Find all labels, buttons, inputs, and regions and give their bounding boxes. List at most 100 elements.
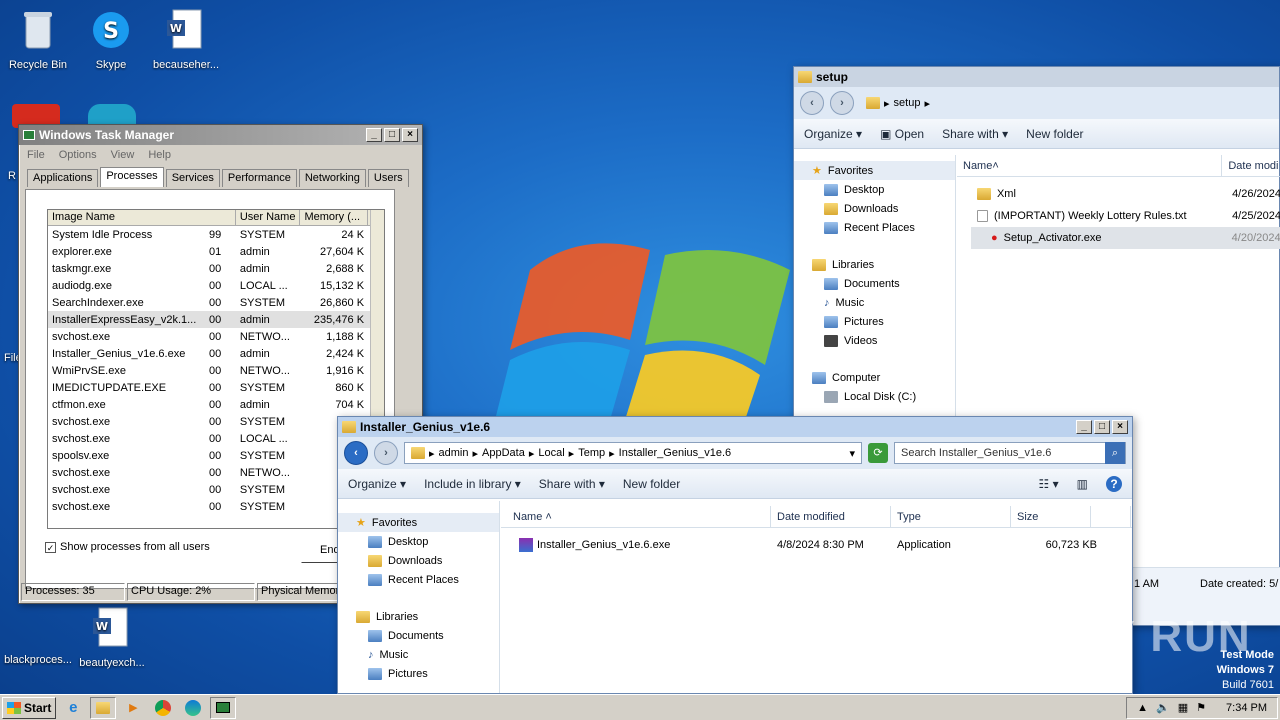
- menu-file[interactable]: File: [27, 149, 45, 161]
- nav-downloads[interactable]: Downloads: [338, 551, 499, 570]
- forward-button[interactable]: ›: [830, 91, 854, 115]
- share-with-button[interactable]: Share with ▾: [539, 477, 605, 491]
- nav-favorites[interactable]: ★ Favorites: [794, 161, 955, 180]
- column-name[interactable]: Name ˄: [957, 155, 1223, 176]
- process-row[interactable]: IMEDICTUPDATE.EXE00SYSTEM860 KM: [48, 379, 384, 396]
- start-button[interactable]: Start: [2, 696, 57, 719]
- column-date-modified[interactable]: Date modified: [771, 506, 891, 527]
- column-date[interactable]: Date modi: [1222, 155, 1280, 176]
- process-row[interactable]: svchost.exe00NETWO...1,188 KH: [48, 328, 384, 345]
- minimize-button[interactable]: _: [1076, 420, 1092, 434]
- file-row[interactable]: Xml 4/26/2024: [957, 183, 1280, 205]
- process-row[interactable]: Installer_Genius_v1e.6.exe 00 admin 2,424 K…: [48, 345, 384, 362]
- breadcrumb-appdata[interactable]: AppData: [482, 447, 525, 459]
- task-manager-taskbar-icon[interactable]: [210, 696, 237, 719]
- nav-recent-places[interactable]: Recent Places: [338, 570, 499, 589]
- share-with-button[interactable]: Share with ▾: [942, 127, 1008, 141]
- nav-videos[interactable]: Videos: [794, 331, 955, 350]
- nav-documents[interactable]: Documents: [338, 626, 499, 645]
- media-player-icon[interactable]: ▶: [120, 697, 146, 719]
- nav-music[interactable]: ♪ Music: [338, 645, 499, 664]
- breadcrumb-local[interactable]: Local: [538, 447, 564, 459]
- network-icon[interactable]: ▦: [1178, 701, 1188, 714]
- column-extra[interactable]: [1091, 506, 1131, 527]
- column-name[interactable]: Name ˄: [501, 506, 771, 527]
- column-image-name[interactable]: Image Name: [48, 210, 236, 225]
- desktop-icon-recycle-bin[interactable]: Recycle Bin: [0, 8, 76, 71]
- nav-local-disk[interactable]: Local Disk (C:): [794, 387, 955, 406]
- nav-pictures[interactable]: Pictures: [338, 664, 499, 683]
- breadcrumb-temp[interactable]: Temp: [578, 447, 605, 459]
- file-explorer-icon[interactable]: [90, 696, 117, 719]
- chrome-icon[interactable]: [150, 697, 176, 719]
- process-row[interactable]: WmiPrvSE.exe00NETWO...1,916 KW: [48, 362, 384, 379]
- checkbox[interactable]: ✓: [45, 541, 56, 553]
- volume-icon[interactable]: 🔈: [1156, 701, 1170, 714]
- nav-libraries[interactable]: Libraries: [338, 607, 499, 626]
- desktop-icon-word-doc-2[interactable]: W beautyexch...: [74, 606, 150, 669]
- process-row[interactable]: svchost.exe00SYSTEM8,: [48, 498, 384, 515]
- tab-applications[interactable]: Applications: [27, 169, 99, 187]
- show-all-processes[interactable]: ✓ Show processes from all users: [45, 541, 210, 553]
- refresh-button[interactable]: ⟳: [868, 443, 888, 463]
- search-input[interactable]: Search Installer_Genius_v1e.6 ⌕: [894, 442, 1126, 464]
- file-row-selected[interactable]: ● Setup_Activator.exe 4/20/2024: [971, 227, 1280, 249]
- installer-titlebar[interactable]: Installer_Genius_v1e.6 _ □ ×: [338, 417, 1132, 437]
- process-row[interactable]: taskmgr.exe00admin2,688 KW: [48, 260, 384, 277]
- address-bar[interactable]: ▸ setup ▸: [860, 92, 1273, 114]
- desktop-icon-skype[interactable]: S Skype: [73, 8, 149, 71]
- organize-button[interactable]: Organize ▾: [348, 477, 406, 491]
- nav-desktop[interactable]: Desktop: [338, 532, 499, 551]
- action-center-flag-icon[interactable]: ⚑: [1196, 701, 1206, 714]
- setup-titlebar[interactable]: setup: [794, 67, 1279, 87]
- tab-services[interactable]: Services: [165, 169, 220, 187]
- process-row[interactable]: System Idle Process99SYSTEM24 KPe: [48, 226, 384, 243]
- process-row[interactable]: svchost.exe00LOCAL ...4,: [48, 430, 384, 447]
- nav-libraries[interactable]: Libraries: [794, 255, 955, 274]
- open-button[interactable]: ▣ Open: [880, 127, 924, 141]
- breadcrumb-current[interactable]: Installer_Genius_v1e.6: [619, 447, 732, 459]
- tab-users[interactable]: Users: [367, 169, 409, 187]
- search-icon[interactable]: ⌕: [1105, 442, 1125, 464]
- file-row[interactable]: (IMPORTANT) Weekly Lottery Rules.txt 4/2…: [957, 205, 1280, 227]
- installer-explorer-window[interactable]: Installer_Genius_v1e.6 _ □ × ‹ › ▸ admin…: [337, 416, 1133, 694]
- column-memory[interactable]: Memory (...: [300, 210, 369, 225]
- internet-explorer-icon[interactable]: e: [60, 697, 86, 719]
- maximize-button[interactable]: □: [384, 128, 400, 142]
- process-row[interactable]: explorer.exe01admin27,604 KW: [48, 243, 384, 260]
- help-icon[interactable]: ?: [1106, 475, 1122, 492]
- menu-options[interactable]: Options: [59, 149, 97, 161]
- process-row[interactable]: audiodg.exe00LOCAL ...15,132 KW: [48, 277, 384, 294]
- edge-icon[interactable]: [180, 697, 206, 719]
- address-segment[interactable]: setup: [894, 97, 921, 109]
- nav-downloads[interactable]: Downloads: [794, 199, 955, 218]
- organize-button[interactable]: Organize ▾: [804, 127, 862, 141]
- task-manager-titlebar[interactable]: Windows Task Manager _ □ ×: [19, 125, 422, 145]
- maximize-button[interactable]: □: [1094, 420, 1110, 434]
- close-button[interactable]: ×: [402, 128, 418, 142]
- process-list[interactable]: Image Name User Name Memory (... D Syste…: [47, 209, 385, 529]
- show-hidden-icons-icon[interactable]: ▲: [1137, 702, 1148, 714]
- nav-computer[interactable]: Computer: [794, 368, 955, 387]
- nav-pictures[interactable]: Pictures: [794, 312, 955, 331]
- address-bar[interactable]: ▸ admin ▸ AppData ▸ Local ▸ Temp ▸ Insta…: [404, 442, 862, 464]
- back-button[interactable]: ‹: [344, 441, 368, 465]
- close-button[interactable]: ×: [1112, 420, 1128, 434]
- desktop-icon-word-doc[interactable]: W becauseher...: [148, 8, 224, 71]
- process-row[interactable]: svchost.exe00SYSTEM2,: [48, 413, 384, 430]
- column-user-name[interactable]: User Name: [236, 210, 301, 225]
- process-row[interactable]: ctfmon.exe00admin704 KC: [48, 396, 384, 413]
- nav-desktop[interactable]: Desktop: [794, 180, 955, 199]
- nav-favorites[interactable]: ★ Favorites: [338, 513, 499, 532]
- nav-recent-places[interactable]: Recent Places: [794, 218, 955, 237]
- breadcrumb-admin[interactable]: admin: [439, 447, 469, 459]
- minimize-button[interactable]: _: [366, 128, 382, 142]
- nav-documents[interactable]: Documents: [794, 274, 955, 293]
- process-row[interactable]: svchost.exe00SYSTEM1,: [48, 481, 384, 498]
- tab-processes[interactable]: Processes: [100, 167, 164, 187]
- tab-performance[interactable]: Performance: [221, 169, 297, 187]
- new-folder-button[interactable]: New folder: [623, 477, 680, 491]
- clock[interactable]: 7:34 PM: [1226, 702, 1267, 714]
- process-row[interactable]: spoolsv.exe00SYSTEM3,: [48, 447, 384, 464]
- menu-help[interactable]: Help: [148, 149, 171, 161]
